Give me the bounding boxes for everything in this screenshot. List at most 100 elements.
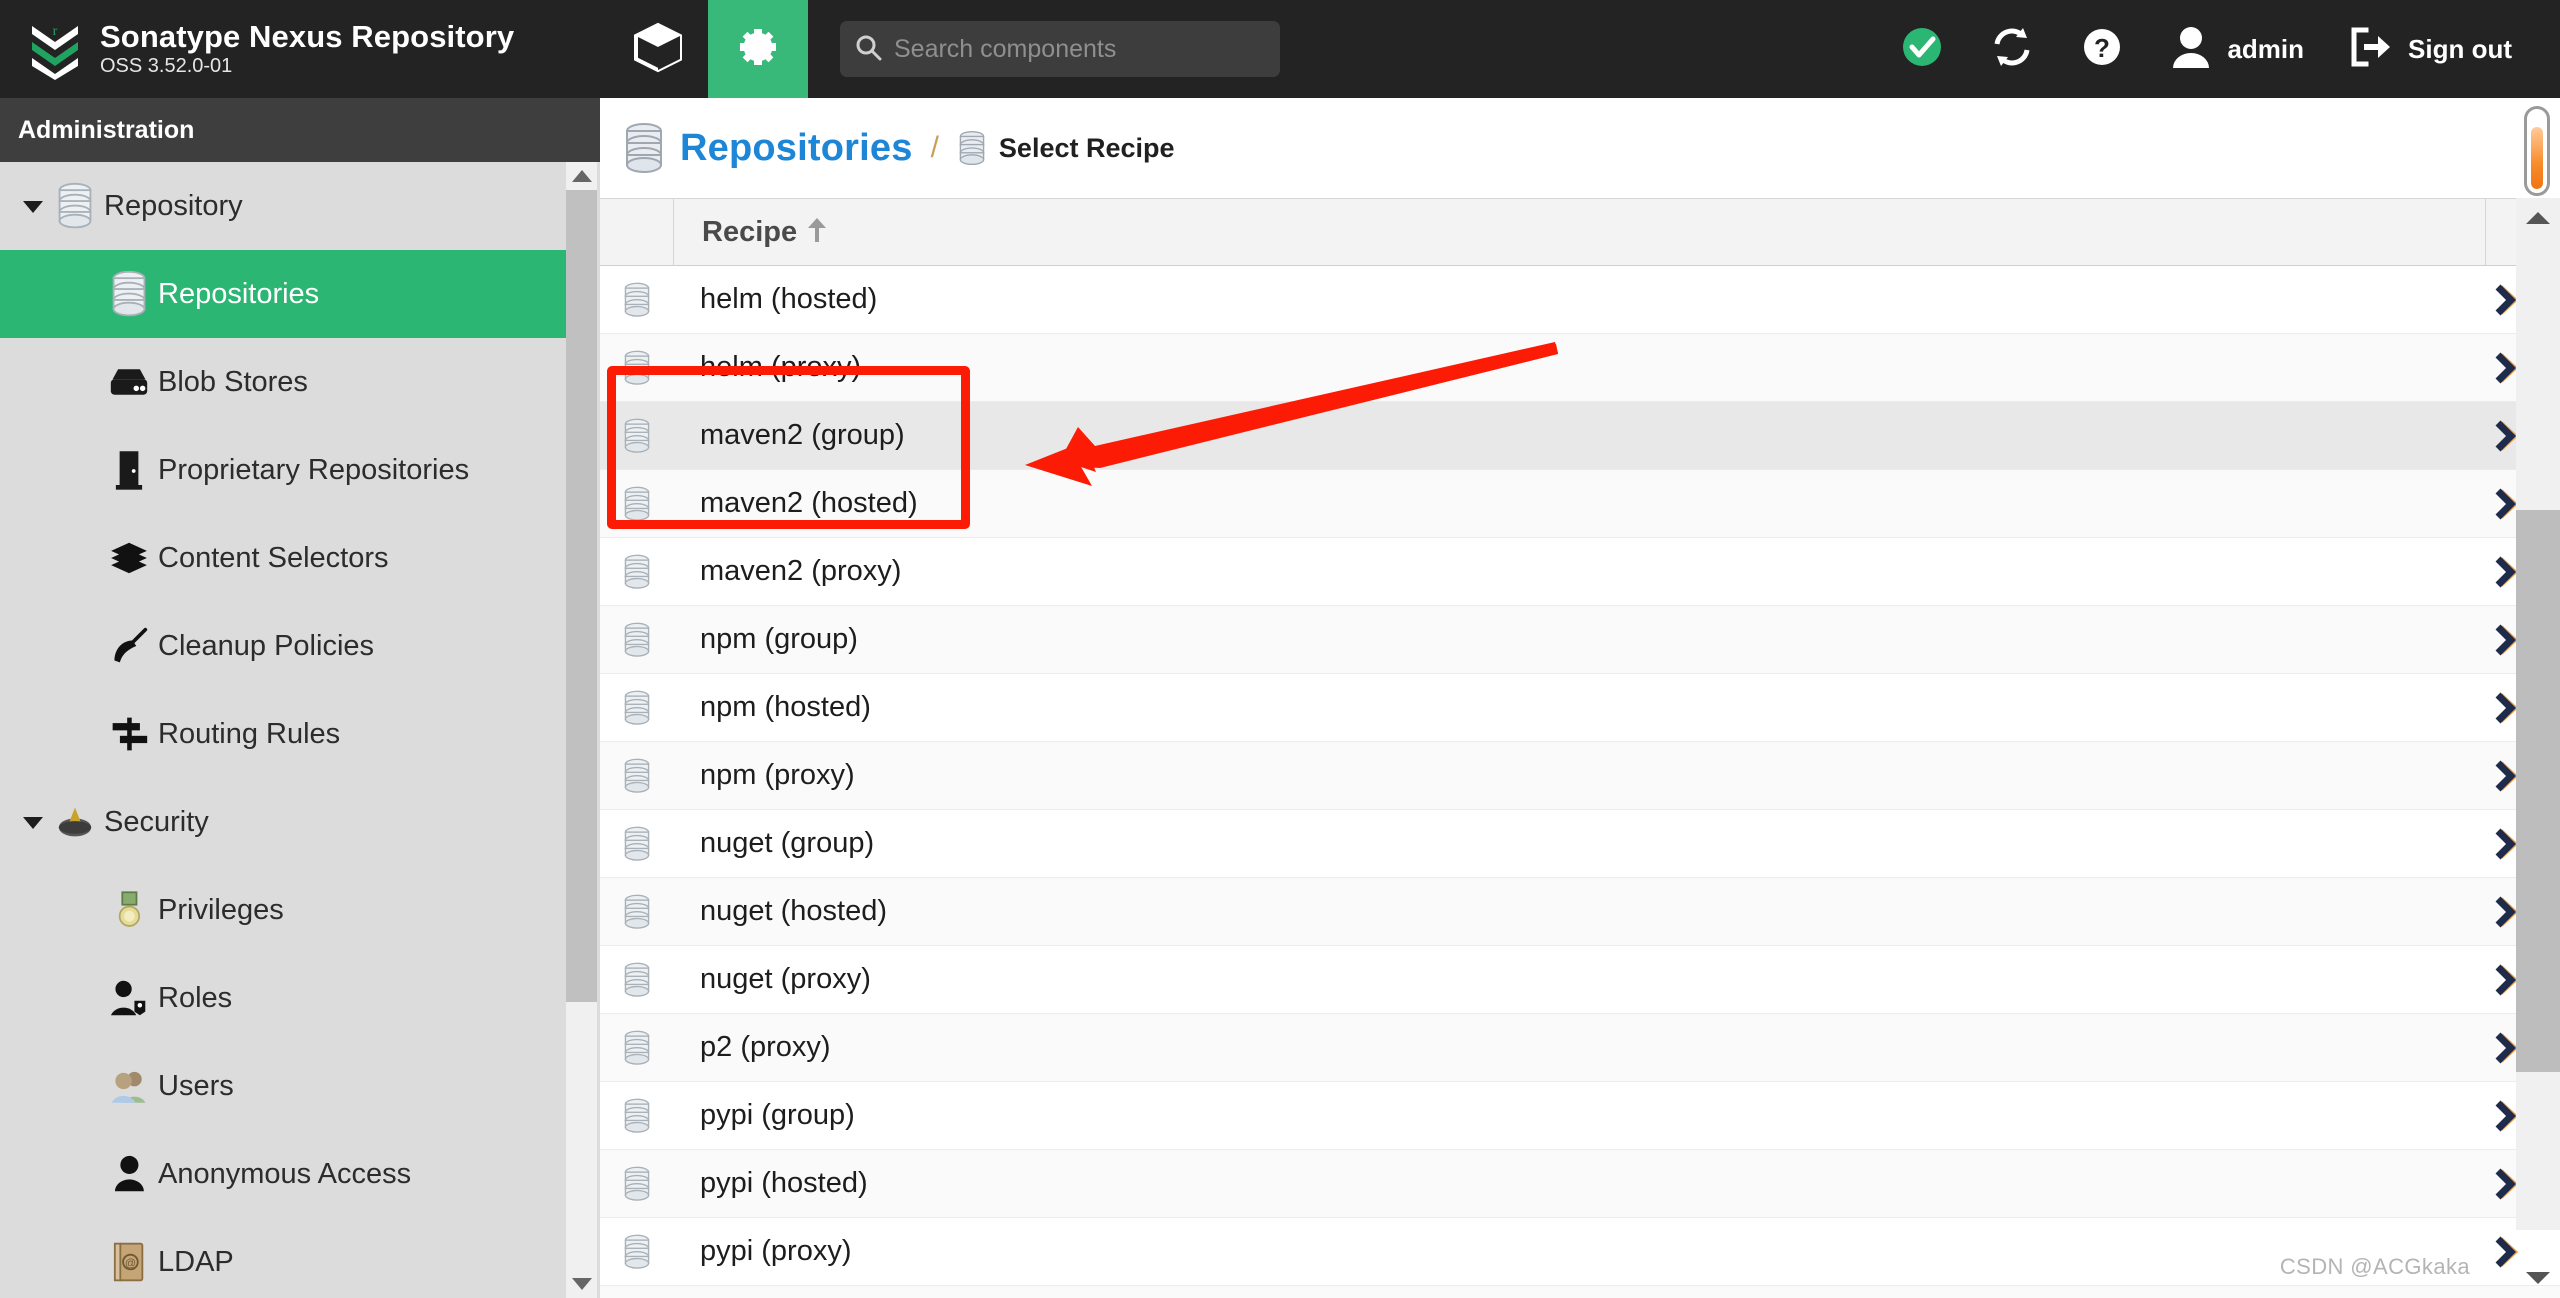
database-icon [600, 690, 674, 725]
recipe-name: npm (group) [674, 623, 2456, 656]
table-row[interactable]: maven2 (hosted) [600, 470, 2560, 538]
column-header-recipe[interactable]: Recipe [674, 199, 2485, 265]
user-icon [2169, 24, 2213, 75]
sidebar-item-label: Anonymous Access [158, 1158, 411, 1191]
brand[interactable]: r Sonatype Nexus Repository OSS 3.52.0-0… [0, 18, 608, 80]
database-icon [600, 894, 674, 929]
table-row[interactable]: helm (proxy) [600, 334, 2560, 402]
sidebar-item-repository[interactable]: Repository [0, 162, 566, 250]
person-icon [106, 1155, 152, 1193]
table-header-icon-column [600, 199, 674, 265]
sidebar-item-label: Cleanup Policies [158, 630, 374, 663]
sidebar-item-users[interactable]: Users [0, 1042, 566, 1130]
column-header-recipe-label: Recipe [702, 216, 797, 249]
chevron-right-icon[interactable] [2456, 419, 2560, 453]
sidebar-item-repositories[interactable]: Repositories [0, 250, 566, 338]
help-button[interactable]: ? [2057, 0, 2147, 98]
svg-text:@: @ [125, 1258, 136, 1270]
sidebar-item-label: Security [104, 806, 209, 839]
header-tools: ? admin [1877, 0, 2534, 98]
recipe-name: npm (hosted) [674, 691, 2456, 724]
chevron-down-icon[interactable] [22, 198, 52, 214]
recipe-name: maven2 (proxy) [674, 555, 2456, 588]
table-row[interactable]: p2 (proxy) [600, 1014, 2560, 1082]
sidebar-scrollbar-thumb[interactable] [566, 190, 597, 1002]
breadcrumb: Repositories / Select Recipe [600, 98, 2560, 198]
sidebar-item-proprietary-repositories[interactable]: Proprietary Repositories [0, 426, 566, 514]
admin-button[interactable] [708, 0, 808, 98]
breadcrumb-root-link[interactable]: Repositories [680, 127, 913, 170]
chevron-right-icon[interactable] [2456, 351, 2560, 385]
search-input[interactable] [894, 35, 1266, 64]
table-row[interactable]: helm (hosted) [600, 266, 2560, 334]
sidebar-item-privileges[interactable]: Privileges [0, 866, 566, 954]
status-ok-button[interactable] [1877, 0, 1967, 98]
table-row[interactable]: npm (group) [600, 606, 2560, 674]
table-row[interactable]: npm (proxy) [600, 742, 2560, 810]
sidebar-item-label: Repository [104, 190, 243, 223]
table-row[interactable]: npm (hosted) [600, 674, 2560, 742]
watermark: CSDN @ACGkaka [2280, 1254, 2470, 1280]
sidebar-item-anonymous-access[interactable]: Anonymous Access [0, 1130, 566, 1218]
table-row[interactable]: pypi (group) [600, 1082, 2560, 1150]
broom-icon [106, 626, 152, 666]
sidebar-item-content-selectors[interactable]: Content Selectors [0, 514, 566, 602]
recipe-name: nuget (group) [674, 827, 2456, 860]
table-scrollbar-thumb[interactable] [2516, 510, 2560, 1072]
sidebar-item-routing-rules[interactable]: Routing Rules [0, 690, 566, 778]
database-icon [600, 486, 674, 521]
table-row[interactable]: maven2 (group) [600, 402, 2560, 470]
sidebar-item-roles[interactable]: Roles [0, 954, 566, 1042]
sidebar-item-ldap[interactable]: @LDAP [0, 1218, 566, 1298]
breadcrumb-current: Select Recipe [999, 133, 1175, 164]
browse-button[interactable] [608, 0, 708, 98]
user-menu[interactable]: admin [2147, 0, 2326, 98]
address-book-icon: @ [106, 1241, 152, 1283]
database-icon [600, 418, 674, 453]
recipe-name: maven2 (hosted) [674, 487, 2456, 520]
brand-title: Sonatype Nexus Repository [100, 20, 514, 55]
sidebar-scroll-up-button[interactable] [566, 162, 597, 190]
table-scroll-down-button[interactable] [2516, 1258, 2560, 1298]
recipe-name: pypi (group) [674, 1099, 2456, 1132]
database-icon [600, 554, 674, 589]
signout-button[interactable]: Sign out [2326, 0, 2534, 98]
recipe-name: npm (proxy) [674, 759, 2456, 792]
sidebar-item-label: Blob Stores [158, 366, 308, 399]
table-row[interactable]: nuget (proxy) [600, 946, 2560, 1014]
chevron-right-icon[interactable] [2456, 283, 2560, 317]
refresh-button[interactable] [1967, 0, 2057, 98]
browser-scrollbar[interactable] [2524, 106, 2550, 196]
table-row[interactable]: pypi (hosted) [600, 1150, 2560, 1218]
svg-text:?: ? [2094, 33, 2110, 63]
database-icon [600, 282, 674, 317]
table-row[interactable]: nuget (group) [600, 810, 2560, 878]
sidebar-item-label: Proprietary Repositories [158, 454, 469, 487]
sidebar-item-label: Roles [158, 982, 232, 1015]
table-row[interactable]: nuget (hosted) [600, 878, 2560, 946]
table-scroll-up-button[interactable] [2516, 198, 2560, 238]
recipe-name: maven2 (group) [674, 419, 2456, 452]
signpost-icon [106, 714, 152, 754]
table-row[interactable]: r (group) [600, 1286, 2560, 1298]
sidebar-item-cleanup-policies[interactable]: Cleanup Policies [0, 602, 566, 690]
database-icon [600, 962, 674, 997]
table-row[interactable]: maven2 (proxy) [600, 538, 2560, 606]
table-row[interactable]: pypi (proxy) [600, 1218, 2560, 1286]
database-icon [600, 1166, 674, 1201]
chevron-right-icon[interactable] [2456, 1167, 2560, 1201]
sidebar-item-blob-stores[interactable]: Blob Stores [0, 338, 566, 426]
signout-label: Sign out [2408, 34, 2512, 65]
sidebar-item-security[interactable]: Security [0, 778, 566, 866]
breadcrumb-separator: / [931, 131, 939, 165]
sort-ascending-icon [807, 216, 827, 249]
blob-icon [106, 366, 152, 398]
database-icon [957, 130, 987, 166]
sidebar-item-label: Repositories [158, 278, 319, 311]
user-tag-icon [106, 979, 152, 1017]
chevron-down-icon[interactable] [22, 814, 52, 830]
sidebar-scroll-down-button[interactable] [566, 1270, 597, 1298]
browser-scrollbar-thumb[interactable] [2531, 127, 2543, 189]
search-box[interactable] [840, 21, 1280, 77]
chevron-right-icon[interactable] [2456, 1099, 2560, 1133]
